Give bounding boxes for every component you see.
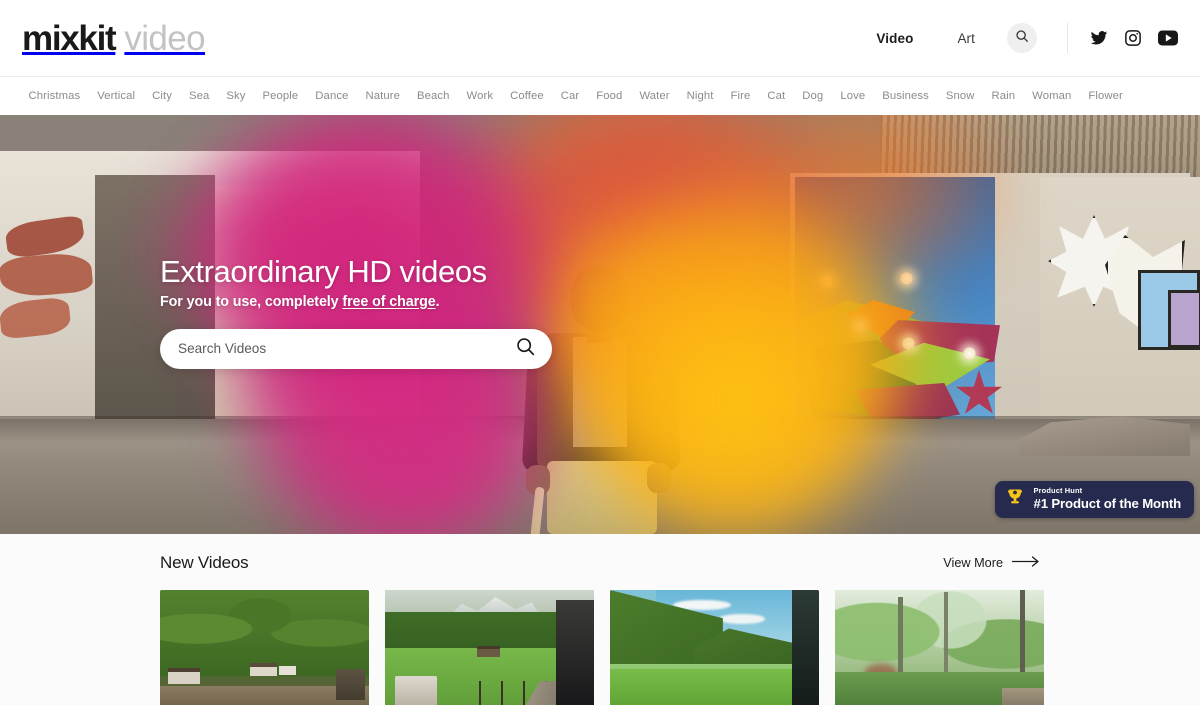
product-hunt-badge[interactable]: Product Hunt #1 Product of the Month [994, 481, 1194, 518]
badge-main-label: #1 Product of the Month [1033, 495, 1182, 511]
category-dance[interactable]: Dance [307, 90, 357, 102]
nav-item-video[interactable]: Video [854, 31, 935, 46]
view-more-label: View More [943, 556, 1003, 570]
hero-subtitle-prefix: For you to use, completely [160, 293, 343, 310]
arrow-right-icon [1011, 556, 1040, 570]
video-thumbnail-1[interactable] [160, 590, 369, 705]
hero-banner: Extraordinary HD videos For you to use, … [0, 115, 1200, 534]
hero-subtitle: For you to use, completely free of charg… [160, 294, 580, 310]
section-title: New Videos [160, 553, 249, 572]
video-grid [160, 590, 1044, 705]
category-work[interactable]: Work [458, 90, 502, 102]
category-sea[interactable]: Sea [180, 90, 217, 102]
logo-suffix-text: video [124, 18, 206, 58]
category-bar: Christmas Vertical City Sea Sky People D… [0, 77, 1200, 115]
category-coffee[interactable]: Coffee [502, 90, 553, 102]
category-beach[interactable]: Beach [408, 90, 458, 102]
category-rain[interactable]: Rain [983, 90, 1024, 102]
category-dog[interactable]: Dog [794, 90, 832, 102]
new-videos-section: New Videos View More [0, 534, 1200, 705]
search-icon [1015, 29, 1029, 48]
category-business[interactable]: Business [874, 90, 938, 102]
hero-search-box[interactable] [160, 328, 552, 369]
category-flower[interactable]: Flower [1080, 90, 1132, 102]
category-nature[interactable]: Nature [357, 90, 409, 102]
category-cat[interactable]: Cat [759, 90, 794, 102]
trophy-icon [1005, 487, 1025, 512]
site-header: mixkit video Video Art [0, 0, 1200, 77]
header-search-button[interactable] [1007, 23, 1037, 53]
site-logo[interactable]: mixkit video [22, 18, 206, 58]
category-fire[interactable]: Fire [722, 90, 759, 102]
category-night[interactable]: Night [678, 90, 722, 102]
category-snow[interactable]: Snow [937, 90, 983, 102]
header-right-group: Video Art [854, 23, 1178, 53]
section-header: New Videos View More [160, 534, 1040, 573]
category-city[interactable]: City [144, 90, 181, 102]
social-links [1090, 29, 1178, 47]
category-woman[interactable]: Woman [1024, 90, 1080, 102]
video-thumbnail-4[interactable] [835, 590, 1044, 705]
category-christmas[interactable]: Christmas [20, 90, 89, 102]
category-vertical[interactable]: Vertical [89, 90, 144, 102]
video-thumbnail-2[interactable] [385, 590, 594, 705]
category-food[interactable]: Food [588, 90, 631, 102]
category-sky[interactable]: Sky [218, 90, 254, 102]
category-people[interactable]: People [254, 90, 307, 102]
youtube-icon[interactable] [1158, 30, 1178, 46]
logo-brand-text: mixkit [22, 18, 117, 58]
header-divider [1067, 23, 1068, 53]
twitter-icon[interactable] [1090, 29, 1108, 47]
view-more-link[interactable]: View More [943, 556, 1040, 570]
hero-subtitle-suffix: . [435, 293, 440, 310]
hero-subtitle-link[interactable]: free of charge [342, 294, 435, 310]
hero-title: Extraordinary HD videos [160, 254, 487, 289]
search-icon[interactable] [515, 336, 536, 362]
badge-small-label: Product Hunt [1033, 486, 1083, 496]
category-car[interactable]: Car [552, 90, 588, 102]
category-love[interactable]: Love [832, 90, 874, 102]
nav-item-art[interactable]: Art [935, 31, 997, 46]
video-thumbnail-3[interactable] [610, 590, 819, 705]
search-input[interactable] [178, 341, 515, 357]
category-water[interactable]: Water [631, 90, 678, 102]
hero-content: Extraordinary HD videos For you to use, … [160, 254, 580, 369]
instagram-icon[interactable] [1124, 29, 1142, 47]
